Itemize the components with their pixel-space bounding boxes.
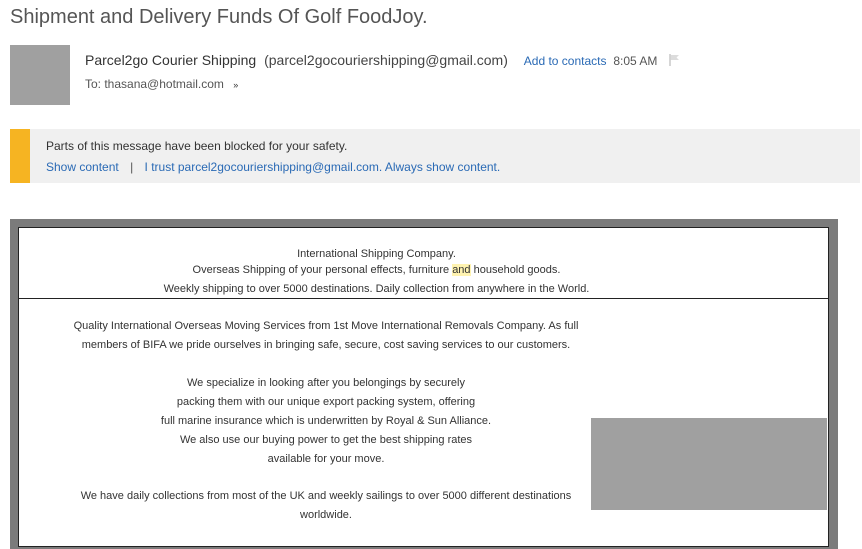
paragraph-3-line-1: We have daily collections from most of t…: [80, 490, 572, 502]
trust-sender-link[interactable]: I trust parcel2gocouriershipping@gmail.c…: [145, 160, 501, 174]
header-line-1: International Shipping Company.: [297, 248, 456, 260]
header-line-2-before: Overseas Shipping of your personal effec…: [192, 264, 453, 276]
sender-email: (parcel2gocouriershipping@gmail.com): [264, 52, 508, 68]
email-subject: Shipment and Delivery Funds Of Golf Food…: [10, 6, 428, 28]
blocked-image: [591, 418, 827, 510]
sender-line: Parcel2go Courier Shipping (parcel2gocou…: [85, 52, 681, 69]
sender-name[interactable]: Parcel2go Courier Shipping: [85, 52, 256, 68]
add-to-contacts-link[interactable]: Add to contacts: [524, 54, 607, 68]
link-separator: |: [130, 160, 134, 174]
received-time: 8:05 AM: [613, 54, 658, 68]
header-line-2: Overseas Shipping of your personal effec…: [19, 264, 734, 276]
paragraph-3-line-2: worldwide.: [300, 509, 352, 521]
paragraph-2-line-1: We specialize in looking after you belon…: [186, 377, 465, 389]
paragraph-2-line-3: full marine insurance which is underwrit…: [160, 415, 492, 427]
paragraph-2-line-5: available for your move.: [267, 453, 385, 465]
header-line-2-after: household goods.: [470, 264, 561, 276]
highlighted-word: and: [452, 264, 471, 276]
paragraph-1-line-1: Quality International Overseas Moving Se…: [73, 320, 579, 332]
banner-links: Show content | I trust parcel2gocouriers…: [46, 160, 500, 174]
expand-recipients-icon[interactable]: »: [233, 80, 238, 90]
company-header: International Shipping Company. Overseas…: [19, 228, 828, 299]
blocked-message: Parts of this message have been blocked …: [46, 139, 348, 153]
paragraph-1-line-2: members of BIFA we pride ourselves in br…: [81, 339, 571, 351]
recipient-line: To: thasana@hotmail.com »: [85, 77, 238, 91]
show-content-link[interactable]: Show content: [46, 160, 119, 174]
sender-avatar: [10, 45, 70, 105]
safety-banner: Parts of this message have been blocked …: [10, 129, 860, 183]
paragraph-2-line-4: We also use our buying power to get the …: [179, 434, 473, 446]
message-body: International Shipping Company. Overseas…: [18, 227, 829, 547]
header-line-3: Weekly shipping to over 5000 destination…: [163, 283, 590, 295]
paragraph-2-line-2: packing them with our unique export pack…: [176, 396, 476, 408]
warning-stripe: [10, 129, 30, 183]
flag-icon[interactable]: [669, 53, 681, 69]
recipient-text: To: thasana@hotmail.com: [85, 77, 224, 91]
